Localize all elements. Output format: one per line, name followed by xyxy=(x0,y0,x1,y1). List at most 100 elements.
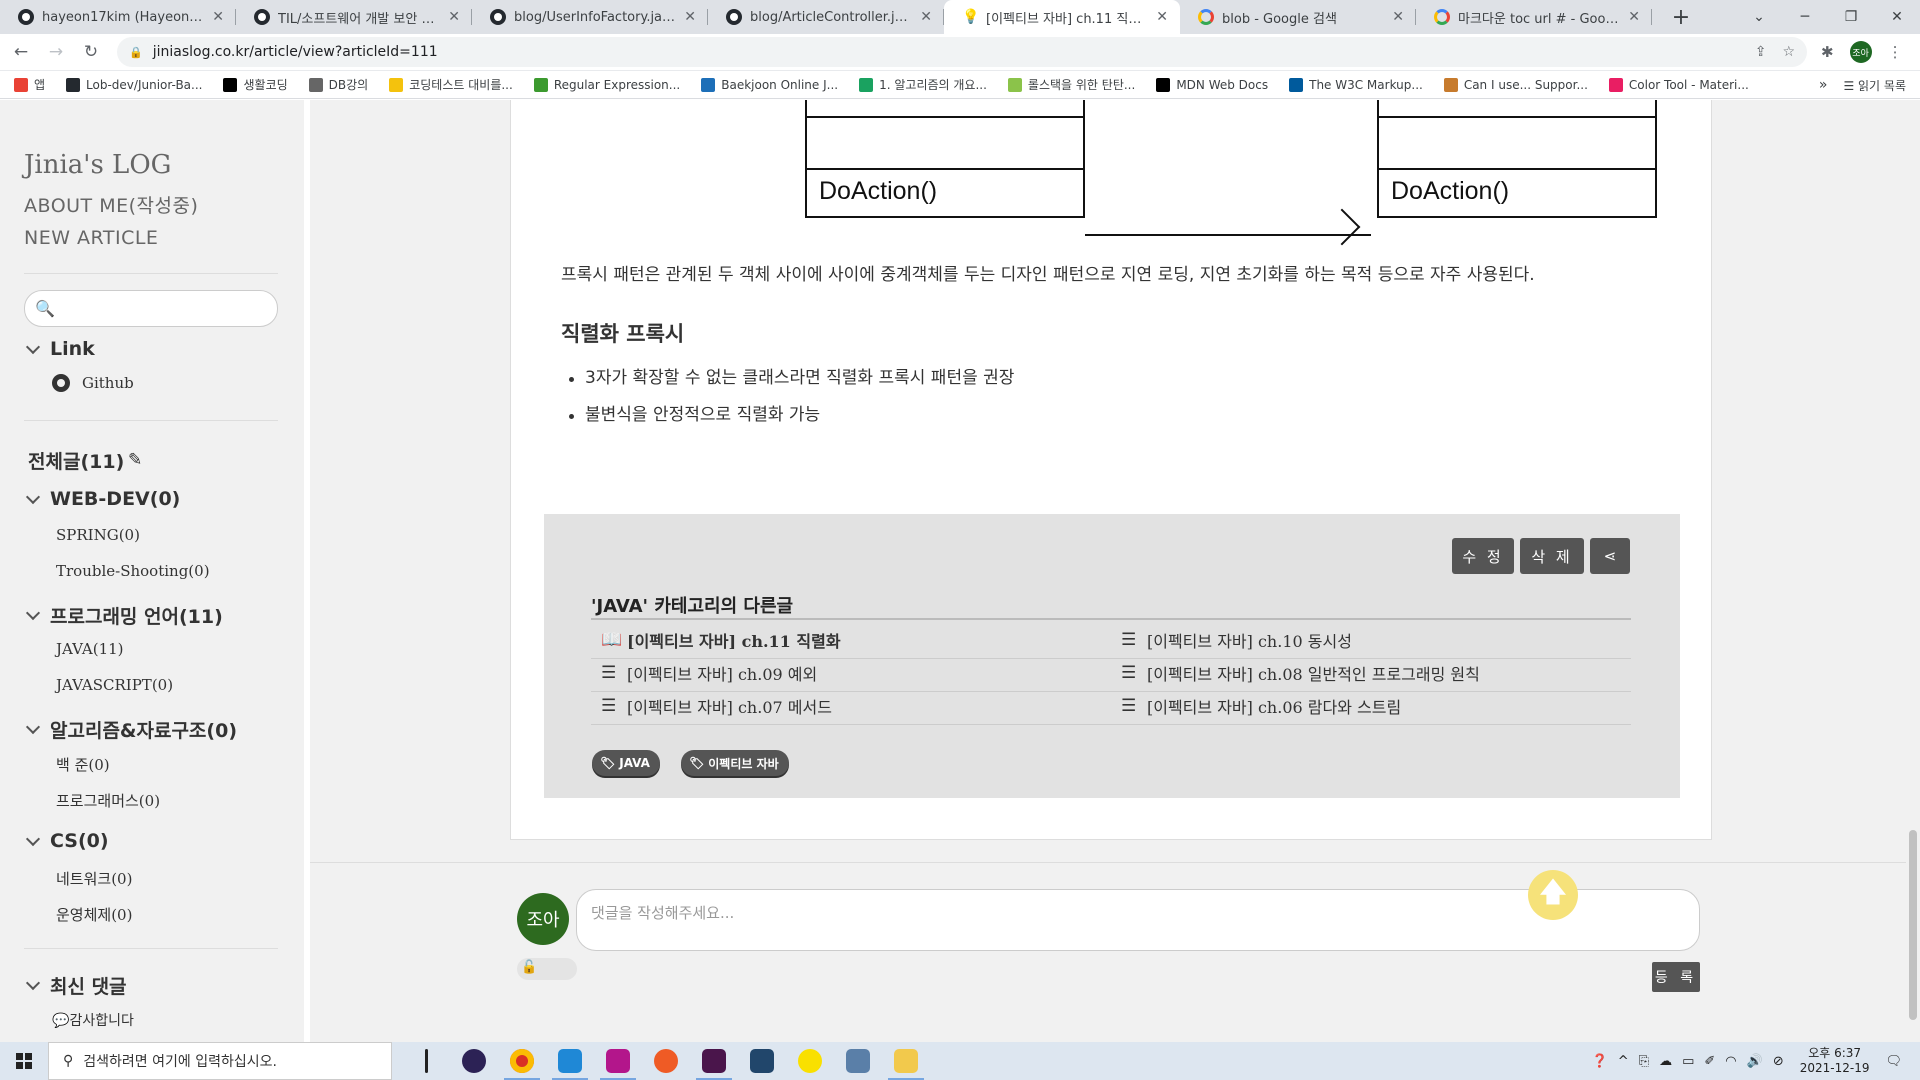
bookmark-star-icon[interactable]: ☆ xyxy=(1782,44,1795,60)
related-post-link[interactable]: ☰ [이펙티브 자바] ch.08 일반적인 프로그래밍 원칙 xyxy=(1121,661,1480,685)
close-icon[interactable]: ✕ xyxy=(212,9,224,25)
mysql-workbench-icon[interactable] xyxy=(738,1042,786,1080)
tab-google-markdown[interactable]: 마크다운 toc url # - Google 검... ✕ xyxy=(1416,0,1652,34)
bookmark-item[interactable]: 1. 알고리즘의 개요... xyxy=(859,76,987,93)
bookmark-item[interactable]: 코딩테스트 대비를... xyxy=(389,76,513,93)
reading-list-button[interactable]: ☰ 읽기 목록 xyxy=(1843,77,1906,94)
task-view-icon[interactable] xyxy=(402,1042,450,1080)
category-web-dev[interactable]: WEB-DEV(0) xyxy=(25,488,180,510)
bookmark-item[interactable]: Regular Expression... xyxy=(533,77,680,92)
section-link[interactable]: Link xyxy=(25,338,95,360)
minimize-button[interactable]: ─ xyxy=(1782,0,1828,34)
related-post-link[interactable]: ☰ [이펙티브 자바] ch.06 람다와 스트림 xyxy=(1121,694,1401,718)
all-posts-link[interactable]: 전체글(11) xyxy=(28,447,124,474)
more-bookmarks-button[interactable]: » xyxy=(1819,77,1828,93)
bookmark-item[interactable]: DB강의 xyxy=(308,76,368,93)
bookmark-item[interactable]: 생활코딩 xyxy=(223,76,288,93)
cloud-icon[interactable]: ☁ xyxy=(1659,1054,1672,1069)
section-recent-comments[interactable]: 최신 댓글 xyxy=(25,972,127,999)
start-button[interactable] xyxy=(0,1042,48,1080)
sidebar-link-github[interactable]: Github xyxy=(52,374,134,392)
sidebar-item-spring[interactable]: SPRING(0) xyxy=(56,526,140,544)
profile-avatar[interactable]: 조아 xyxy=(1849,41,1872,63)
intellij-icon[interactable] xyxy=(594,1042,642,1080)
share-icon[interactable]: ⇪ xyxy=(1755,44,1767,60)
blog-title[interactable]: Jinia's LOG xyxy=(24,150,171,180)
restore-button[interactable]: ❐ xyxy=(1828,0,1874,34)
taskbar-search-input[interactable]: ⚲ 검색하려면 여기에 입력하십시오. xyxy=(48,1042,392,1080)
postman-icon[interactable] xyxy=(642,1042,690,1080)
share-button[interactable]: ⋖ xyxy=(1590,538,1630,574)
address-bar[interactable]: 🔒 jiniaslog.co.kr/article/view?articleId… xyxy=(117,37,1807,67)
close-icon[interactable]: ✕ xyxy=(1392,9,1404,25)
nav-about-me[interactable]: ABOUT ME(작성중) xyxy=(24,190,198,222)
chrome-icon[interactable] xyxy=(498,1042,546,1080)
remote-desktop-icon[interactable] xyxy=(834,1042,882,1080)
tab-search-icon[interactable]: ⌄ xyxy=(1736,0,1782,34)
sidebar-item-programmers[interactable]: 프로그래머스(0) xyxy=(56,790,160,811)
sidebar-item-javascript[interactable]: JAVASCRIPT(0) xyxy=(56,676,173,694)
close-icon[interactable]: ✕ xyxy=(684,9,696,25)
eclipse-icon[interactable] xyxy=(450,1042,498,1080)
tab-github-profile[interactable]: hayeon17kim (Hayeon Kim) ✕ xyxy=(0,0,236,34)
sidebar-item-trouble-shooting[interactable]: Trouble-Shooting(0) xyxy=(56,562,210,580)
register-comment-button[interactable]: 등 록 xyxy=(1652,962,1700,992)
no-input-icon[interactable]: ⊘ xyxy=(1773,1054,1784,1069)
close-icon[interactable]: ✕ xyxy=(920,9,932,25)
scrollbar-thumb[interactable] xyxy=(1909,830,1917,1020)
slack-icon[interactable] xyxy=(690,1042,738,1080)
secret-comment-toggle[interactable]: 🔓 xyxy=(517,958,577,980)
usb-icon[interactable]: ⎘ xyxy=(1639,1054,1649,1069)
recent-comment-item[interactable]: 💬감사합니다 xyxy=(52,1010,134,1030)
pencil-icon[interactable]: ✎ xyxy=(128,450,142,470)
forward-icon[interactable]: → xyxy=(42,38,70,66)
close-icon[interactable]: ✕ xyxy=(1628,9,1640,25)
category-programming-language[interactable]: 프로그래밍 언어(11) xyxy=(25,602,223,629)
new-tab-button[interactable]: + xyxy=(1666,0,1696,34)
menu-icon[interactable]: ⋮ xyxy=(1888,43,1903,61)
sidebar-item-baekjoon[interactable]: 백 준(0) xyxy=(56,754,110,775)
clock[interactable]: 오후 6:37 2021-12-19 xyxy=(1800,1046,1870,1076)
bookmark-item[interactable]: Can I use... Suppor... xyxy=(1443,77,1588,92)
chevron-up-icon[interactable]: ^ xyxy=(1618,1054,1629,1069)
tag-effective-java[interactable]: 🏷 이펙티브 자바 xyxy=(681,750,789,776)
bookmark-item[interactable]: The W3C Markup... xyxy=(1289,77,1423,92)
bookmark-item[interactable]: 롤스택을 위한 탄탄... xyxy=(1007,76,1135,93)
tab-userinfofactory[interactable]: blog/UserInfoFactory.java at m... ✕ xyxy=(472,0,708,34)
extensions-icon[interactable]: ✱ xyxy=(1821,43,1834,61)
wifi-icon[interactable]: ◠ xyxy=(1725,1054,1736,1069)
category-cs[interactable]: CS(0) xyxy=(25,830,109,852)
reload-icon[interactable]: ↻ xyxy=(77,38,105,66)
search-input[interactable]: 🔍 xyxy=(24,290,278,327)
related-post-link[interactable]: ☰ [이펙티브 자바] ch.09 예외 xyxy=(601,661,817,685)
lock-icon[interactable]: 🔒 xyxy=(129,46,143,59)
tab-til[interactable]: TIL/소프트웨어 개발 보안 주요... ✕ xyxy=(236,0,472,34)
bookmark-item[interactable]: Color Tool - Materi... xyxy=(1608,77,1749,92)
bookmark-item[interactable]: Lob-dev/Junior-Ba... xyxy=(66,77,202,92)
sidebar-item-network[interactable]: 네트워크(0) xyxy=(56,868,132,889)
vscode-icon[interactable] xyxy=(546,1042,594,1080)
delete-button[interactable]: 삭 제 xyxy=(1520,538,1584,574)
tab-effective-java[interactable]: 💡 [이펙티브 자바] ch.11 직렬화 - ✕ xyxy=(944,0,1180,34)
tab-articlecontroller[interactable]: blog/ArticleController.java at m... ✕ xyxy=(708,0,944,34)
kakaotalk-icon[interactable] xyxy=(786,1042,834,1080)
file-explorer-icon[interactable] xyxy=(882,1042,930,1080)
close-icon[interactable]: ✕ xyxy=(1156,9,1168,25)
battery-icon[interactable]: ▭ xyxy=(1682,1054,1694,1069)
pen-icon[interactable]: ✐ xyxy=(1704,1054,1715,1069)
volume-icon[interactable]: 🔊 xyxy=(1747,1054,1763,1069)
bookmark-item[interactable]: 앱 xyxy=(14,76,45,93)
sidebar-item-java[interactable]: JAVA(11) xyxy=(56,640,124,658)
edit-button[interactable]: 수 정 xyxy=(1452,538,1514,574)
tab-google-blob[interactable]: blob - Google 검색 ✕ xyxy=(1180,0,1416,34)
help-icon[interactable]: ❓ xyxy=(1592,1054,1608,1069)
close-icon[interactable]: ✕ xyxy=(448,9,460,25)
bookmark-item[interactable]: MDN Web Docs xyxy=(1156,77,1268,92)
close-window-button[interactable]: ✕ xyxy=(1874,0,1920,34)
scroll-to-top-button[interactable]: 🡅 xyxy=(1528,870,1578,920)
sidebar-item-os[interactable]: 운영체제(0) xyxy=(56,904,132,925)
related-post-link[interactable]: 📖 [이펙티브 자바] ch.11 직렬화 xyxy=(601,628,841,652)
category-algorithm[interactable]: 알고리즘&자료구조(0) xyxy=(25,716,237,743)
bookmark-item[interactable]: Baekjoon Online J... xyxy=(701,77,838,92)
back-icon[interactable]: ← xyxy=(7,38,35,66)
